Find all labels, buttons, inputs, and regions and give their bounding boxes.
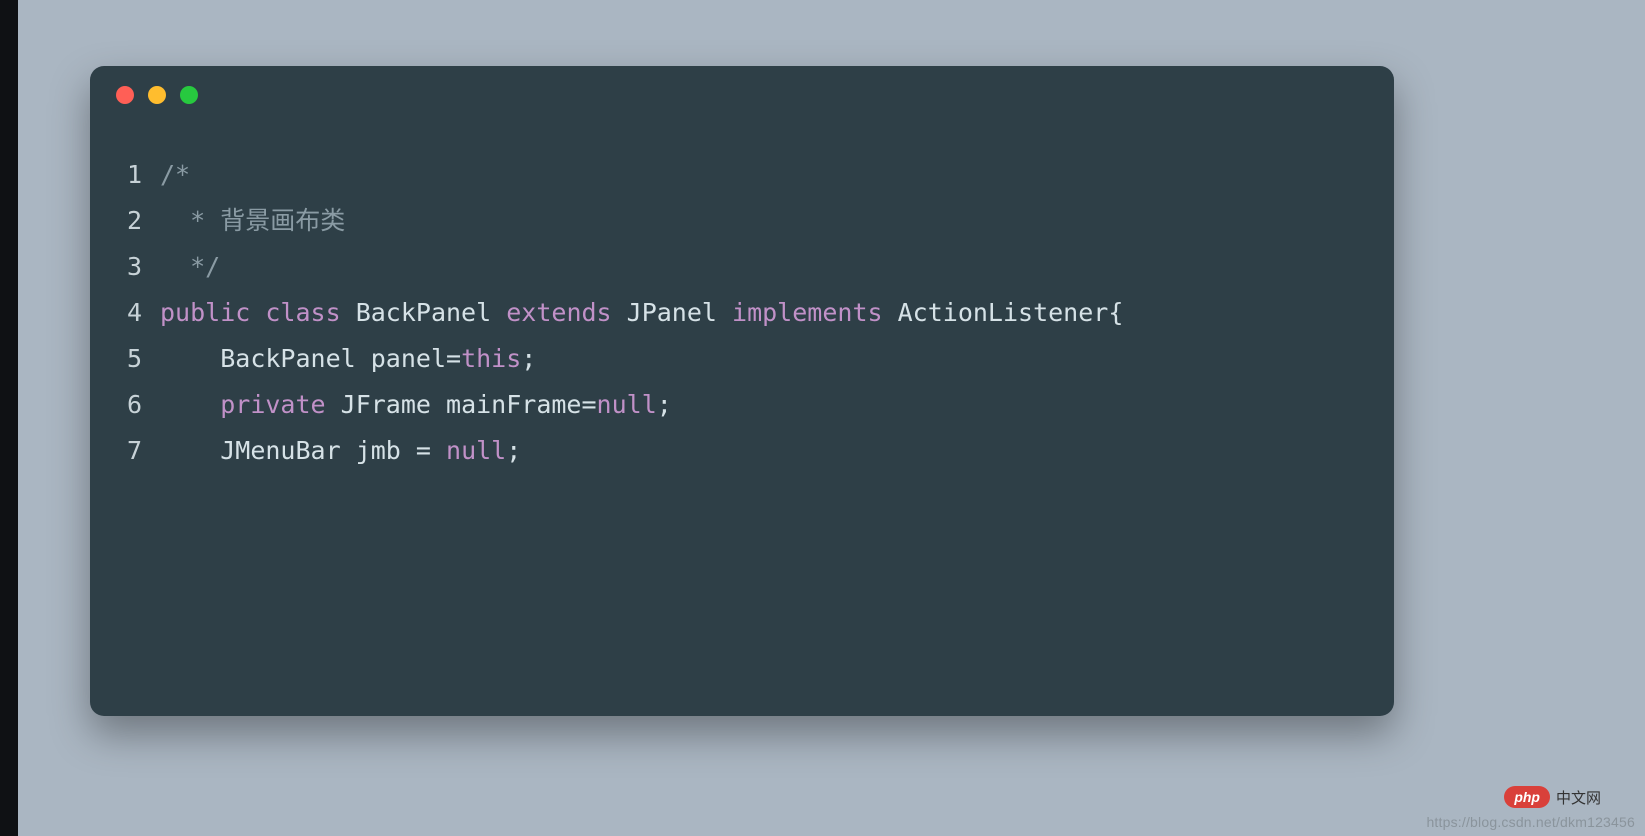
window-zoom-button[interactable] — [180, 86, 198, 104]
line-number: 6 — [90, 382, 160, 428]
code-token — [341, 436, 356, 465]
code-token — [160, 344, 220, 373]
code-token: class — [265, 298, 340, 327]
watermark-label: 中文网 — [1556, 787, 1601, 808]
window-minimize-button[interactable] — [148, 86, 166, 104]
line-number: 5 — [90, 336, 160, 382]
code-token: /* — [160, 160, 190, 189]
line-number: 2 — [90, 198, 160, 244]
code-token: ; — [657, 390, 672, 419]
code-token: JFrame — [341, 390, 431, 419]
code-token — [491, 298, 506, 327]
code-line: 4public class BackPanel extends JPanel i… — [90, 290, 1394, 336]
watermark-url: https://blog.csdn.net/dkm123456 — [1426, 814, 1635, 830]
code-area: 1/*2 * 背景画布类3 */4public class BackPanel … — [90, 124, 1394, 474]
code-token — [883, 298, 898, 327]
code-token: = — [581, 390, 596, 419]
code-content: public class BackPanel extends JPanel im… — [160, 290, 1123, 336]
code-token: ; — [521, 344, 536, 373]
code-token — [612, 298, 627, 327]
code-token — [250, 298, 265, 327]
code-token — [160, 390, 220, 419]
code-content: JMenuBar jmb = null; — [160, 428, 521, 474]
line-number: 3 — [90, 244, 160, 290]
code-line: 1/* — [90, 152, 1394, 198]
code-token: panel — [371, 344, 446, 373]
watermark-pill: php — [1504, 786, 1550, 808]
line-number: 4 — [90, 290, 160, 336]
code-content: /* — [160, 152, 190, 198]
code-line: 2 * 背景画布类 — [90, 198, 1394, 244]
code-content: */ — [160, 244, 220, 290]
code-token: = — [446, 344, 461, 373]
code-content: private JFrame mainFrame=null; — [160, 382, 672, 428]
code-token: this — [461, 344, 521, 373]
line-number: 1 — [90, 152, 160, 198]
code-token — [341, 298, 356, 327]
left-strip — [0, 0, 18, 836]
code-token — [717, 298, 732, 327]
code-token — [326, 390, 341, 419]
code-token — [356, 344, 371, 373]
code-token: extends — [506, 298, 611, 327]
code-token: ; — [506, 436, 521, 465]
code-token: implements — [732, 298, 883, 327]
code-token — [431, 390, 446, 419]
code-window: 1/*2 * 背景画布类3 */4public class BackPanel … — [90, 66, 1394, 716]
code-token: null — [597, 390, 657, 419]
code-token: BackPanel — [356, 298, 491, 327]
window-titlebar — [90, 66, 1394, 124]
code-token: */ — [160, 252, 220, 281]
code-token: JPanel — [627, 298, 717, 327]
code-token: jmb — [356, 436, 401, 465]
code-line: 5 BackPanel panel=this; — [90, 336, 1394, 382]
watermark-badge: php 中文网 — [1504, 786, 1601, 808]
window-close-button[interactable] — [116, 86, 134, 104]
code-token — [160, 436, 220, 465]
code-line: 7 JMenuBar jmb = null; — [90, 428, 1394, 474]
code-content: * 背景画布类 — [160, 198, 345, 244]
code-token: null — [446, 436, 506, 465]
code-token: BackPanel — [220, 344, 355, 373]
code-token: ActionListener — [898, 298, 1109, 327]
code-token: = — [401, 436, 446, 465]
code-token: { — [1108, 298, 1123, 327]
code-token: mainFrame — [446, 390, 581, 419]
code-line: 3 */ — [90, 244, 1394, 290]
code-token: JMenuBar — [220, 436, 340, 465]
code-token: private — [220, 390, 325, 419]
code-content: BackPanel panel=this; — [160, 336, 536, 382]
line-number: 7 — [90, 428, 160, 474]
code-token: * 背景画布类 — [160, 206, 345, 235]
code-line: 6 private JFrame mainFrame=null; — [90, 382, 1394, 428]
code-token: public — [160, 298, 250, 327]
